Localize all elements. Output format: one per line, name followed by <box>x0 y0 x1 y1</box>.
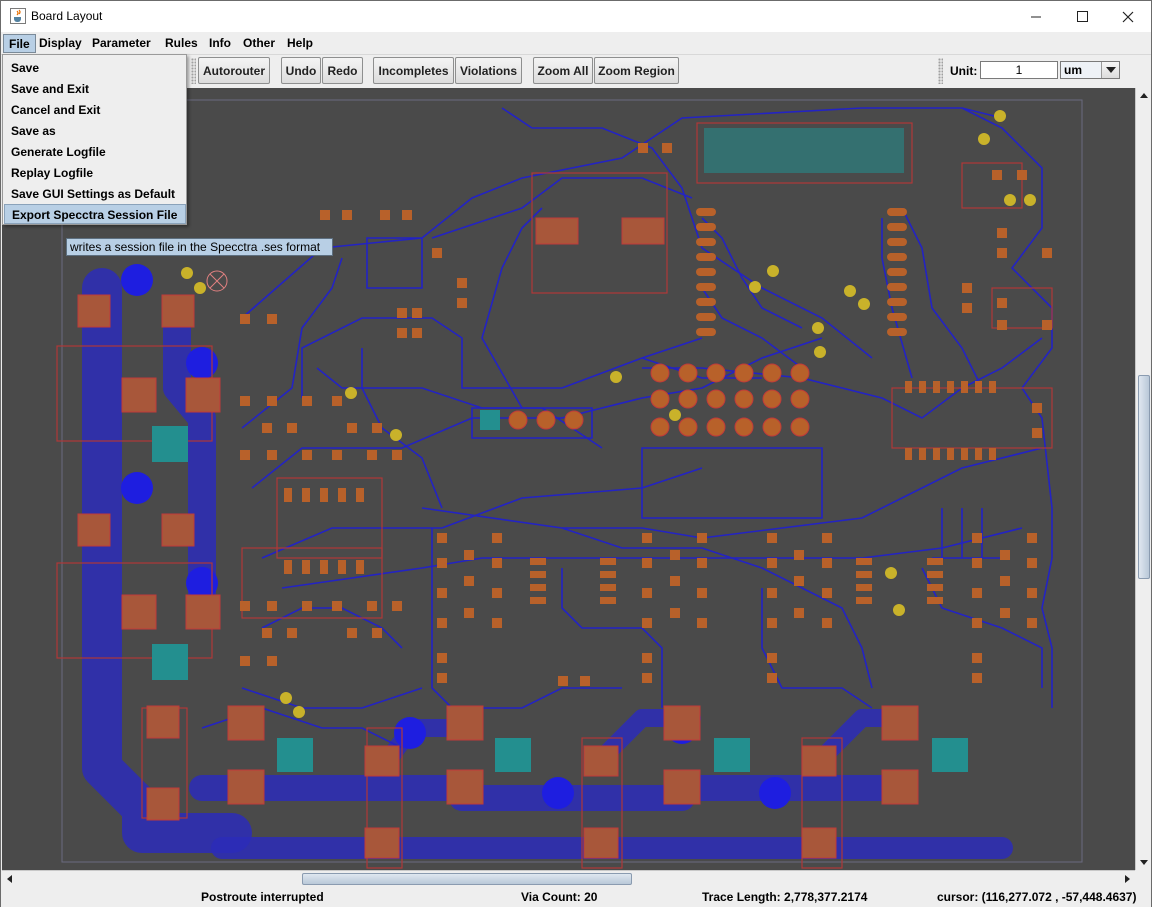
violations-button[interactable]: Violations <box>455 57 522 84</box>
arrow-left-icon <box>7 875 12 883</box>
unit-select[interactable]: um <box>1060 61 1120 79</box>
chevron-down-icon[interactable] <box>1101 62 1119 78</box>
minimize-icon <box>1031 16 1041 17</box>
java-cup-icon <box>10 8 26 24</box>
tooltip: writes a session file in the Specctra .s… <box>66 238 333 256</box>
menu-info[interactable]: Info <box>204 34 236 53</box>
signal-traces <box>201 107 1053 749</box>
cursor-position: cursor: (116,277.072 , -57,448.4637) <box>937 890 1137 904</box>
via-count: Via Count: 20 <box>521 890 598 904</box>
trace-length: Trace Length: 2,778,377.2174 <box>702 890 868 904</box>
scroll-left-button[interactable] <box>2 871 18 887</box>
toolbar-grip[interactable] <box>191 58 196 84</box>
horizontal-scrollbar[interactable] <box>2 870 1135 886</box>
power-traces <box>82 268 1013 859</box>
vertical-scrollbar[interactable] <box>1135 88 1151 870</box>
menu-item-export-specctra-session[interactable]: Export Specctra Session File <box>4 204 186 224</box>
status-bar: Postroute interrupted Via Count: 20 Trac… <box>1 886 1151 907</box>
arrow-down-icon <box>1140 860 1148 865</box>
small-vias <box>181 110 1036 718</box>
autorouter-button[interactable]: Autorouter <box>198 57 270 84</box>
menu-item-replay-logfile[interactable]: Replay Logfile <box>4 163 186 183</box>
scroll-down-button[interactable] <box>1136 854 1152 870</box>
toolbar-grip-right[interactable] <box>938 58 943 84</box>
cursor-marker <box>206 270 228 292</box>
menu-item-save-and-exit[interactable]: Save and Exit <box>4 79 186 99</box>
horizontal-scroll-thumb[interactable] <box>302 873 632 885</box>
zoom-region-button[interactable]: Zoom Region <box>594 57 679 84</box>
zoom-all-button[interactable]: Zoom All <box>533 57 593 84</box>
vertical-scroll-thumb[interactable] <box>1138 375 1150 579</box>
menu-item-save-gui-settings[interactable]: Save GUI Settings as Default <box>4 184 186 204</box>
undo-button[interactable]: Undo <box>281 57 321 84</box>
menu-item-generate-logfile[interactable]: Generate Logfile <box>4 142 186 162</box>
menu-bar: File Display Parameter Rules Info Other … <box>1 32 1151 54</box>
scroll-corner <box>1135 870 1151 886</box>
unit-value-input[interactable]: 1 <box>980 61 1058 79</box>
unit-label: Unit: <box>950 64 978 78</box>
menu-item-cancel-and-exit[interactable]: Cancel and Exit <box>4 100 186 120</box>
maximize-icon <box>1076 11 1088 22</box>
minimize-button[interactable] <box>1013 1 1059 32</box>
menu-display[interactable]: Display <box>34 34 87 53</box>
redo-button[interactable]: Redo <box>322 57 363 84</box>
status-message: Postroute interrupted <box>201 890 324 904</box>
menu-file[interactable]: File <box>3 34 36 53</box>
title-bar: Board Layout <box>1 1 1151 32</box>
menu-help[interactable]: Help <box>282 34 318 53</box>
file-menu-dropdown: Save Save and Exit Cancel and Exit Save … <box>2 54 187 225</box>
header-pins <box>508 363 810 437</box>
scroll-up-button[interactable] <box>1136 88 1152 104</box>
close-icon <box>1122 11 1134 22</box>
arrow-right-icon <box>1125 875 1130 883</box>
menu-item-save-as[interactable]: Save as <box>4 121 186 141</box>
unit-select-value: um <box>1064 63 1082 77</box>
arrow-up-icon <box>1140 93 1148 98</box>
board-layout-window: Board Layout File Display Parameter Rule… <box>0 0 1152 907</box>
maximize-button[interactable] <box>1059 1 1105 32</box>
close-button[interactable] <box>1105 1 1151 32</box>
menu-item-save[interactable]: Save <box>4 58 186 78</box>
menu-other[interactable]: Other <box>238 34 280 53</box>
menu-parameter[interactable]: Parameter <box>87 34 156 53</box>
window-title: Board Layout <box>31 9 103 23</box>
incompletes-button[interactable]: Incompletes <box>373 57 454 84</box>
scroll-right-button[interactable] <box>1119 871 1135 887</box>
menu-rules[interactable]: Rules <box>160 34 203 53</box>
